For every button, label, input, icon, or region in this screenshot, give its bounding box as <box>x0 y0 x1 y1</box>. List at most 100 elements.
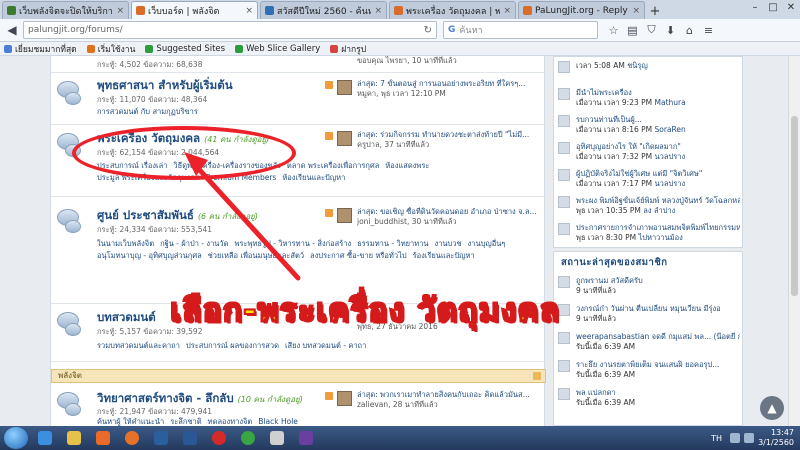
network-icon[interactable] <box>730 433 741 443</box>
member-status-item[interactable]: ถูกพรานม สวัสดีครับ 9 นาทีที่แล้ว <box>558 276 740 300</box>
subforum-link[interactable]: ช่วยเหลือ เพื่อนมนุษย์และสัตว์ <box>208 250 304 262</box>
avatar[interactable] <box>558 142 570 154</box>
tab-close-icon[interactable]: × <box>374 6 382 16</box>
forum-title[interactable]: ศูนย์ ประชาสัมพันธ์ (6 คน กำลังดูอยู่) <box>97 207 258 225</box>
subforum-link[interactable]: ลงประกาศ ซื้อ-ขาย หรือทั่วไป <box>310 250 407 262</box>
scrollbar-thumb[interactable] <box>791 116 798 296</box>
forum-title[interactable]: พุทธศาสนา สำหรับผู้เริ่มต้น <box>97 77 233 95</box>
subforum-link[interactable]: อนุโมทนาบุญ - อุทิศบุญส่วนกุศล <box>97 250 202 262</box>
bookmark-item[interactable]: Web Slice Gallery <box>235 44 320 54</box>
clock[interactable]: 13:47 3/1/2560 <box>758 428 794 448</box>
rss-icon[interactable] <box>325 132 333 140</box>
avatar[interactable] <box>558 115 570 127</box>
author-link[interactable]: Mathura <box>655 98 686 107</box>
tab-close-icon[interactable]: × <box>116 6 124 16</box>
subforum-link[interactable]: ประสบการณ์ ผลของการสวด <box>186 340 279 352</box>
subforum-link[interactable]: พระพุทธรูป - วิหารทาน - สิ่งก่อสร้าง <box>235 238 352 250</box>
avatar[interactable] <box>558 61 570 73</box>
member-status-item[interactable]: ราะธึย งานรยตาพิ่ยเต็ม จนแสนฝิ ยอคอรุป..… <box>558 360 740 384</box>
subforum-link[interactable]: เสียง บทสวดมนต์ - คาถา <box>285 340 366 352</box>
start-button[interactable] <box>4 427 28 449</box>
subforum-link[interactable]: ห้องแสดงพระ <box>385 160 429 172</box>
subforum-link[interactable]: งานบุญอื่นๆ <box>468 238 506 250</box>
subforum-link[interactable]: ตลาด พระเครื่องเพื่อการกุศล <box>287 160 379 172</box>
recent-thread-item[interactable]: พระผง พิมพ์อิฐขั้นเจ้ย์พิมพ์ หลวงปู่จันท… <box>558 196 740 220</box>
last-post-title[interactable]: ล่าสุด: 7 ขั้นตอนสู่ การนอนอย่างพระอริยท… <box>357 79 542 89</box>
recent-thread-title[interactable]: อุทิศบุญอย่างไร ให้ "เกิดผลมาก" <box>576 142 740 152</box>
recent-thread-title[interactable]: ผู้ปฏิบัติจริงไม่ใช่ผู้วิเศษ แต่มี "จิตว… <box>576 169 740 179</box>
page-scrollbar[interactable] <box>788 56 800 426</box>
subforum-link[interactable]: Black Hole <box>258 416 298 426</box>
subforum-link[interactable]: การสวดมนต์ กับ สามกุฏบริขาร <box>97 106 198 118</box>
tab-close-icon[interactable]: × <box>245 6 253 16</box>
taskbar-word-icon[interactable] <box>177 428 202 448</box>
member-status-item[interactable]: วงกรณ์ก๋า วันผ่าน ตื่นเปลี่ยน หมุนเวียน … <box>558 304 740 328</box>
last-post-title[interactable]: ล่าสุด: พวกเราเมาทำลายสิ่งคนกับเถอะ คิดแ… <box>357 390 542 400</box>
author-link[interactable]: นวลปราง <box>655 179 686 188</box>
subforum-link[interactable]: ระลึกชาติ <box>170 416 201 426</box>
bookmark-item[interactable]: ฝากรูป <box>330 42 366 56</box>
recent-thread-title[interactable]: รบกวนท่านที่เป็นผู้... <box>576 115 740 125</box>
forum-title[interactable]: บทสวดมนต์ <box>97 309 156 327</box>
maximize-icon[interactable]: □ <box>764 0 782 14</box>
clipboard-icon[interactable]: ▤ <box>623 21 642 39</box>
taskbar-explorer-icon[interactable] <box>61 428 86 448</box>
close-icon[interactable]: ✕ <box>782 0 800 14</box>
reload-icon[interactable]: ↻ <box>424 25 432 36</box>
avatar[interactable] <box>558 196 570 208</box>
member-status-item[interactable]: weerapansabastian จดดี กมุแสม่ พล... (น๊… <box>558 332 740 356</box>
bookmark-item[interactable]: เยี่ยมชมมากที่สุด <box>4 42 77 56</box>
recent-thread-title[interactable]: มีนำไม่พระเครื่อง <box>576 88 740 98</box>
recent-thread-title[interactable]: พระผง พิมพ์อิฐขั้นเจ้ย์พิมพ์ หลวงปู่จันท… <box>576 196 740 206</box>
author-link[interactable]: นวลปราง <box>655 152 686 161</box>
browser-tab[interactable]: เว็บบอร์ด | พลังจิต × <box>131 1 258 19</box>
rss-icon[interactable] <box>325 392 333 400</box>
last-post-title[interactable]: ล่าสุด: ขอเชิญ ซื้อที่ดินวัดคอนดอย อำเภอ… <box>357 207 542 217</box>
rss-icon[interactable] <box>325 81 333 89</box>
category-header[interactable]: พลังจิต <box>51 369 546 383</box>
taskbar-app-icon[interactable] <box>264 428 289 448</box>
avatar[interactable] <box>558 223 570 235</box>
recent-thread-item[interactable]: ผู้ปฏิบัติจริงไม่ใช่ผู้วิเศษ แต่มี "จิตว… <box>558 169 740 193</box>
taskbar-chrome-icon[interactable] <box>235 428 260 448</box>
taskbar-vs-icon[interactable] <box>293 428 318 448</box>
author-link[interactable]: ชนิรุญ <box>627 61 648 70</box>
avatar[interactable] <box>337 391 352 406</box>
language-indicator[interactable]: TH <box>711 434 722 443</box>
new-tab-button[interactable]: + <box>647 3 663 19</box>
minimize-icon[interactable]: – <box>746 0 764 14</box>
menu-icon[interactable]: ≡ <box>699 21 718 39</box>
back-icon[interactable]: ◀ <box>3 21 21 39</box>
taskbar-photoshop-icon[interactable] <box>148 428 173 448</box>
home-icon[interactable]: ⌂ <box>680 21 699 39</box>
browser-tab[interactable]: PaLungJit.org - Reply to To...× <box>518 1 645 19</box>
search-input[interactable]: G ค้นหา <box>443 21 598 39</box>
recent-thread-item[interactable]: ประกาศรายการจำเภาพอานสมพจิตพิมพ์ไทยกรรมห… <box>558 223 740 247</box>
subforum-link[interactable]: ร้องเรียนและปัญหา <box>413 250 475 262</box>
url-bar[interactable]: palungjit.org/forums/ ↻ <box>23 21 437 39</box>
avatar[interactable] <box>558 388 570 400</box>
taskbar-firefox-icon[interactable] <box>119 428 144 448</box>
tab-close-icon[interactable]: × <box>632 6 640 16</box>
avatar[interactable] <box>558 169 570 181</box>
collapse-icon[interactable] <box>533 372 541 380</box>
browser-tab[interactable]: เว็บพลังจิตจะปิดให้บริการ ตั้ง...× <box>2 1 129 19</box>
avatar[interactable] <box>558 88 570 100</box>
last-post-title[interactable]: ล่าสุด: ร่วมกิจกรรม ทำนายดวงชะตาส่งท้ายป… <box>357 130 542 140</box>
author-link[interactable]: ลง ลำปาง <box>643 206 675 215</box>
recent-thread-item[interactable]: อุทิศบุญอย่างไร ให้ "เกิดผลมาก" เมื่อวาน … <box>558 142 740 166</box>
taskbar-opera-icon[interactable] <box>206 428 231 448</box>
avatar[interactable] <box>558 360 570 372</box>
shield-icon[interactable]: ⛉ <box>642 21 661 39</box>
recent-thread-item[interactable]: รบกวนท่านที่เป็นผู้... เมื่อวาน เวลา 8:16… <box>558 115 740 139</box>
star-icon[interactable]: ☆ <box>604 21 623 39</box>
author-link[interactable]: SoraRen <box>655 125 686 134</box>
subforum-link[interactable]: งานบวช <box>435 238 462 250</box>
recent-thread-title[interactable]: ประกาศรายการจำเภาพอานสมพจิตพิมพ์ไทยกรรมห… <box>576 223 740 233</box>
tab-close-icon[interactable]: × <box>503 6 511 16</box>
taskbar-ie-icon[interactable] <box>32 428 57 448</box>
avatar[interactable] <box>337 131 352 146</box>
subforum-link[interactable]: ค้นหาผู้ ให้คำแนะนำ <box>97 416 164 426</box>
author-link[interactable]: ไปหาวานม้อง <box>638 233 682 242</box>
subforum-link[interactable]: ในนามเว็บพลังจิต <box>97 238 154 250</box>
